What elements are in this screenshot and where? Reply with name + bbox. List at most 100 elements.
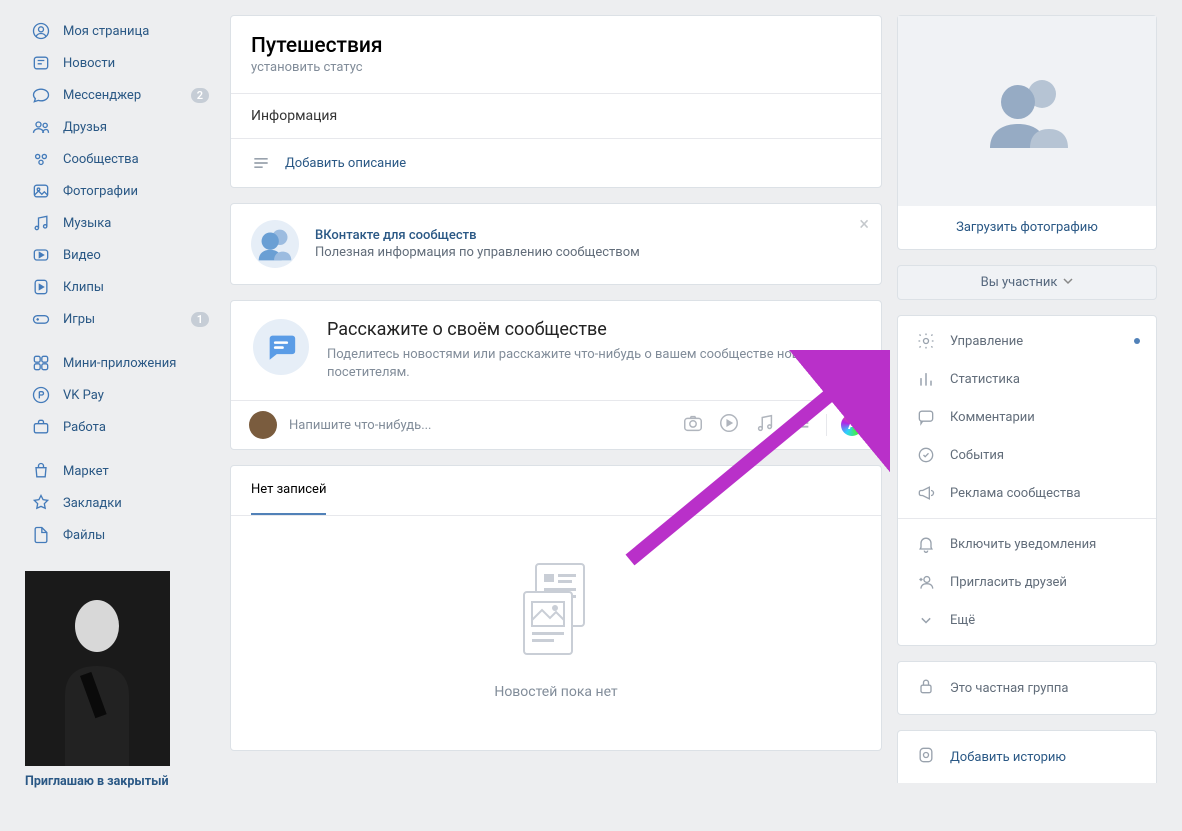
sidebar-promo[interactable]: Приглашаю в закрытый bbox=[25, 571, 215, 789]
community-photo-card: Загрузить фотографию bbox=[897, 15, 1157, 250]
megaphone-icon bbox=[916, 483, 936, 503]
right-item-label: Ещё bbox=[950, 613, 975, 628]
market-icon bbox=[31, 461, 51, 481]
right-item-label: Комментарии bbox=[950, 410, 1035, 425]
right-item-stats[interactable]: Статистика bbox=[898, 360, 1156, 398]
tell-title: Расскажите о своём сообществе bbox=[327, 319, 859, 340]
sidebar-item-messenger[interactable]: Мессенджер 2 bbox=[25, 79, 215, 111]
sidebar-item-label: Мини-приложения bbox=[63, 356, 209, 371]
photo-placeholder[interactable] bbox=[898, 16, 1156, 206]
news-icon bbox=[31, 53, 51, 73]
sidebar-promo-image bbox=[25, 571, 170, 766]
sidebar-item-communities[interactable]: Сообщества bbox=[25, 143, 215, 175]
bookmarks-icon bbox=[31, 493, 51, 513]
avatar[interactable] bbox=[249, 411, 277, 439]
right-item-comments[interactable]: Комментарии bbox=[898, 398, 1156, 436]
you-member-label: Вы участник bbox=[981, 275, 1058, 290]
right-item-events[interactable]: События bbox=[898, 436, 1156, 474]
page-title: Путешествия bbox=[251, 34, 861, 58]
sidebar-item-music[interactable]: Музыка bbox=[25, 207, 215, 239]
right-item-notifications[interactable]: Включить уведомления bbox=[898, 525, 1156, 563]
messenger-icon bbox=[31, 85, 51, 105]
close-icon[interactable]: × bbox=[859, 214, 869, 235]
miniapps-icon bbox=[31, 353, 51, 373]
poster-background-button[interactable]: A bbox=[841, 414, 863, 436]
sidebar-item-bookmarks[interactable]: Закладки bbox=[25, 487, 215, 519]
private-group-box: Это частная группа bbox=[897, 661, 1157, 715]
sidebar-item-label: Клипы bbox=[63, 280, 209, 295]
profile-icon bbox=[31, 21, 51, 41]
upload-photo-button[interactable]: Загрузить фотографию bbox=[898, 206, 1156, 249]
right-item-label: Пригласить друзей bbox=[950, 575, 1067, 590]
photos-icon bbox=[31, 181, 51, 201]
right-item-more[interactable]: Ещё bbox=[898, 601, 1156, 639]
games-icon bbox=[31, 309, 51, 329]
posts-tabs: Нет записей bbox=[231, 466, 881, 516]
right-menu: Управление Статистика Комментарии Событи… bbox=[897, 315, 1157, 646]
gear-icon bbox=[916, 331, 936, 351]
chat-bubble-icon bbox=[253, 319, 309, 375]
sidebar-item-vkpay[interactable]: VK Pay bbox=[25, 379, 215, 411]
work-icon bbox=[31, 417, 51, 437]
camera-icon[interactable] bbox=[682, 412, 704, 438]
set-status-link[interactable]: установить статус bbox=[251, 60, 861, 75]
sidebar-item-clips[interactable]: Клипы bbox=[25, 271, 215, 303]
bell-icon bbox=[916, 534, 936, 554]
files-icon bbox=[31, 525, 51, 545]
empty-documents-icon bbox=[506, 556, 606, 666]
stats-icon bbox=[916, 369, 936, 389]
sidebar-item-label: VK Pay bbox=[63, 388, 209, 403]
posts-card: Нет записей Новостей пока нет bbox=[230, 465, 882, 751]
right-item-invite[interactable]: Пригласить друзей bbox=[898, 563, 1156, 601]
sidebar-item-label: Сообщества bbox=[63, 152, 209, 167]
add-description-button[interactable]: Добавить описание bbox=[231, 138, 881, 187]
friends-icon bbox=[31, 117, 51, 137]
sidebar-item-games[interactable]: Игры 1 bbox=[25, 303, 215, 335]
sidebar-item-photos[interactable]: Фотографии bbox=[25, 175, 215, 207]
empty-state: Новостей пока нет bbox=[231, 516, 881, 750]
right-item-ads[interactable]: Реклама сообщества bbox=[898, 474, 1156, 512]
private-group-label: Это частная группа bbox=[950, 681, 1068, 696]
vk-promo-title[interactable]: ВКонтакте для сообществ bbox=[315, 228, 640, 243]
notification-dot bbox=[1134, 338, 1140, 344]
right-item-label: События bbox=[950, 448, 1004, 463]
badge: 1 bbox=[191, 312, 209, 327]
you-member-button[interactable]: Вы участник bbox=[897, 265, 1157, 300]
right-item-manage[interactable]: Управление bbox=[898, 322, 1156, 360]
empty-text: Новостей пока нет bbox=[251, 684, 861, 700]
music-attach-icon[interactable] bbox=[754, 412, 776, 438]
music-icon bbox=[31, 213, 51, 233]
vkpay-icon bbox=[31, 385, 51, 405]
main-content: Путешествия установить статус Информация… bbox=[230, 15, 882, 789]
community-header-card: Путешествия установить статус Информация… bbox=[230, 15, 882, 188]
sidebar-item-files[interactable]: Файлы bbox=[25, 519, 215, 551]
sidebar-item-label: Мессенджер bbox=[63, 88, 191, 103]
sidebar-item-friends[interactable]: Друзья bbox=[25, 111, 215, 143]
sidebar-item-label: Музыка bbox=[63, 216, 209, 231]
sidebar-item-label: Игры bbox=[63, 312, 191, 327]
sidebar-promo-title: Приглашаю в закрытый bbox=[25, 774, 215, 789]
sidebar: Моя страница Новости Мессенджер 2 Друзья… bbox=[25, 15, 215, 789]
sidebar-item-video[interactable]: Видео bbox=[25, 239, 215, 271]
right-item-label: Включить уведомления bbox=[950, 537, 1096, 552]
more-attach-icon[interactable] bbox=[790, 412, 812, 438]
sidebar-item-miniapps[interactable]: Мини-приложения bbox=[25, 347, 215, 379]
sidebar-item-profile[interactable]: Моя страница bbox=[25, 15, 215, 47]
sidebar-item-label: Работа bbox=[63, 420, 209, 435]
right-item-label: Статистика bbox=[950, 372, 1020, 387]
list-icon bbox=[251, 153, 271, 173]
tell-text: Поделитесь новостями или расскажите что-… bbox=[327, 346, 859, 382]
right-item-label: Реклама сообщества bbox=[950, 486, 1081, 501]
sidebar-item-news[interactable]: Новости bbox=[25, 47, 215, 79]
sidebar-item-label: Закладки bbox=[63, 496, 209, 511]
tab-no-posts[interactable]: Нет записей bbox=[251, 466, 326, 515]
sidebar-item-work[interactable]: Работа bbox=[25, 411, 215, 443]
lock-icon bbox=[916, 676, 936, 700]
add-story-button[interactable]: Добавить историю bbox=[897, 730, 1157, 783]
new-post-input[interactable]: Напишите что-нибудь... bbox=[289, 418, 670, 433]
add-story-label: Добавить историю bbox=[950, 750, 1066, 765]
comments-icon bbox=[916, 407, 936, 427]
sidebar-item-market[interactable]: Маркет bbox=[25, 455, 215, 487]
video-attach-icon[interactable] bbox=[718, 412, 740, 438]
add-description-label: Добавить описание bbox=[285, 156, 406, 171]
